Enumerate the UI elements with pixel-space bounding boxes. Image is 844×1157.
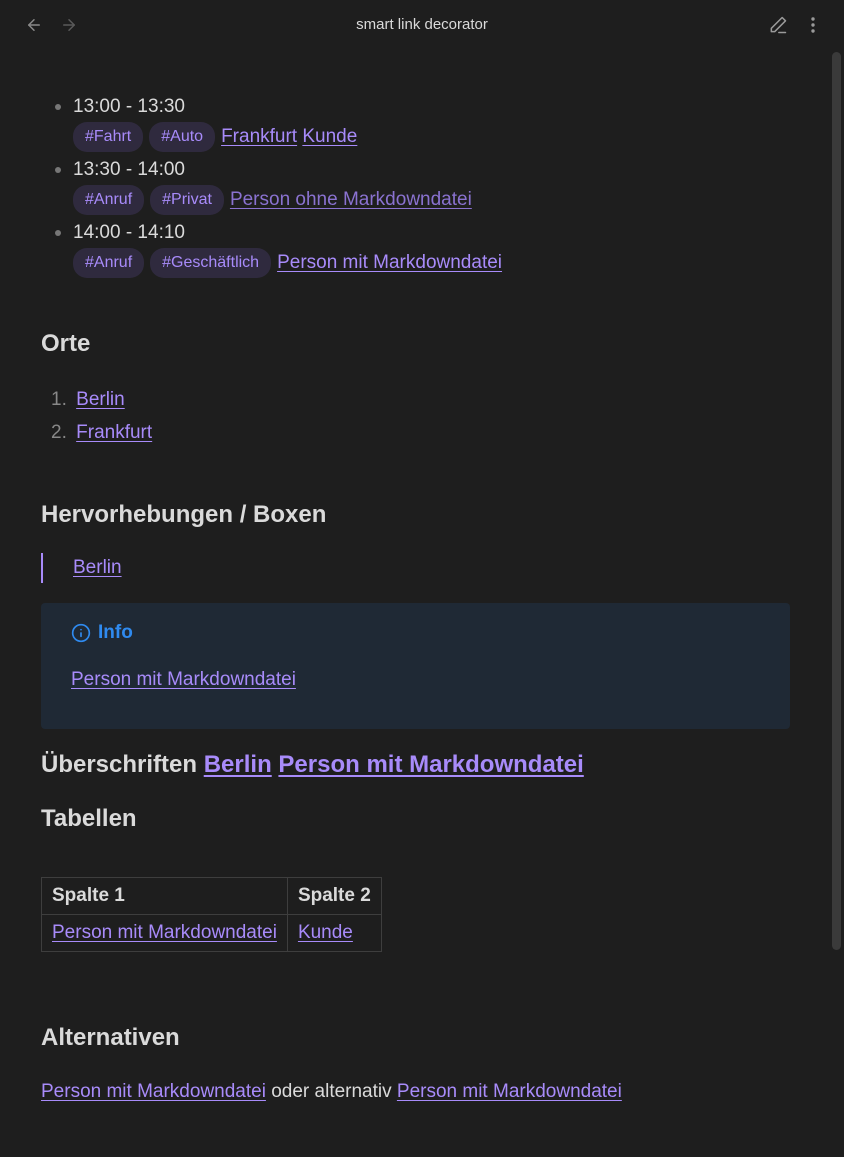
- note-window: smart link decorator 13:00 - 13:30 #Fahr…: [0, 0, 844, 1157]
- schedule-list: 13:00 - 13:30 #Fahrt #Auto Frankfurt Kun…: [55, 94, 502, 283]
- orte-list: 1. Berlin 2. Frankfurt: [51, 386, 152, 452]
- heading-ueberschriften: Überschriften Berlin Person mit Markdown…: [41, 752, 584, 778]
- more-vertical-icon: [811, 17, 815, 33]
- internal-link[interactable]: Berlin: [76, 389, 125, 410]
- time-range: 14:00 - 14:10: [73, 222, 185, 243]
- tag[interactable]: #Anruf: [73, 248, 145, 278]
- column-header: Spalte 1: [41, 877, 288, 915]
- internal-link[interactable]: Frankfurt: [76, 422, 152, 443]
- internal-link[interactable]: Person mit Markdowndatei: [71, 669, 296, 690]
- heading-orte: Orte: [41, 330, 91, 357]
- column-header: Spalte 2: [286, 877, 382, 915]
- callout-title[interactable]: Info: [71, 620, 133, 646]
- tag[interactable]: #Auto: [149, 122, 216, 152]
- list-item: 1. Berlin: [51, 386, 152, 419]
- info-callout: Info Person mit Markdowndatei: [41, 603, 790, 729]
- tag[interactable]: #Fahrt: [73, 122, 144, 152]
- more-options-button[interactable]: [801, 12, 825, 38]
- table-cell: Kunde: [286, 914, 382, 952]
- heading-tabellen: Tabellen: [41, 805, 137, 832]
- view-title[interactable]: smart link decorator: [0, 16, 844, 33]
- heading-alternativen: Alternativen: [41, 1024, 180, 1051]
- list-item: 2. Frankfurt: [51, 419, 152, 452]
- internal-link[interactable]: Person mit Markdowndatei: [41, 1081, 266, 1102]
- heading-text: Überschriften: [41, 751, 198, 778]
- internal-link[interactable]: Person mit Markdowndatei: [278, 751, 583, 778]
- table-row: Person mit Markdowndatei Kunde: [41, 914, 382, 952]
- pencil-icon: [770, 16, 787, 34]
- blockquote: Berlin: [41, 553, 122, 583]
- unresolved-link[interactable]: Person ohne Markdowndatei: [230, 187, 472, 213]
- internal-link[interactable]: Kunde: [298, 922, 353, 943]
- internal-link[interactable]: Berlin: [204, 751, 272, 778]
- paragraph-text: oder alternativ: [271, 1081, 392, 1102]
- internal-link[interactable]: Person mit Markdowndatei: [397, 1081, 622, 1102]
- internal-link[interactable]: Frankfurt: [221, 124, 297, 150]
- tag[interactable]: #Anruf: [73, 185, 145, 215]
- callout-title-text: Info: [98, 622, 133, 643]
- internal-link[interactable]: Person mit Markdowndatei: [52, 922, 277, 943]
- view-header: smart link decorator: [0, 0, 844, 50]
- internal-link[interactable]: Berlin: [73, 557, 122, 578]
- list-number: 2.: [51, 422, 67, 443]
- paragraph: Person mit Markdowndatei oder alternativ…: [41, 1079, 622, 1105]
- list-item: 13:30 - 14:00 #Anruf #Privat Person ohne…: [55, 157, 502, 217]
- time-range: 13:30 - 14:00: [73, 159, 185, 180]
- table-cell: Person mit Markdowndatei: [41, 914, 288, 952]
- info-icon: [71, 623, 91, 643]
- scrollbar[interactable]: [832, 52, 841, 950]
- edit-button[interactable]: [765, 12, 791, 38]
- time-range: 13:00 - 13:30: [73, 96, 185, 117]
- data-table: Spalte 1 Spalte 2 Person mit Markdowndat…: [41, 877, 382, 952]
- table-header-row: Spalte 1 Spalte 2: [41, 877, 382, 915]
- heading-hervorhebungen: Hervorhebungen / Boxen: [41, 501, 327, 528]
- internal-link[interactable]: Person mit Markdowndatei: [277, 250, 502, 276]
- tag[interactable]: #Privat: [150, 185, 224, 215]
- tag[interactable]: #Geschäftlich: [150, 248, 272, 278]
- list-item: 13:00 - 13:30 #Fahrt #Auto Frankfurt Kun…: [55, 94, 502, 154]
- list-item: 14:00 - 14:10 #Anruf #Geschäftlich Perso…: [55, 220, 502, 280]
- list-number: 1.: [51, 389, 67, 410]
- internal-link[interactable]: Kunde: [302, 124, 357, 150]
